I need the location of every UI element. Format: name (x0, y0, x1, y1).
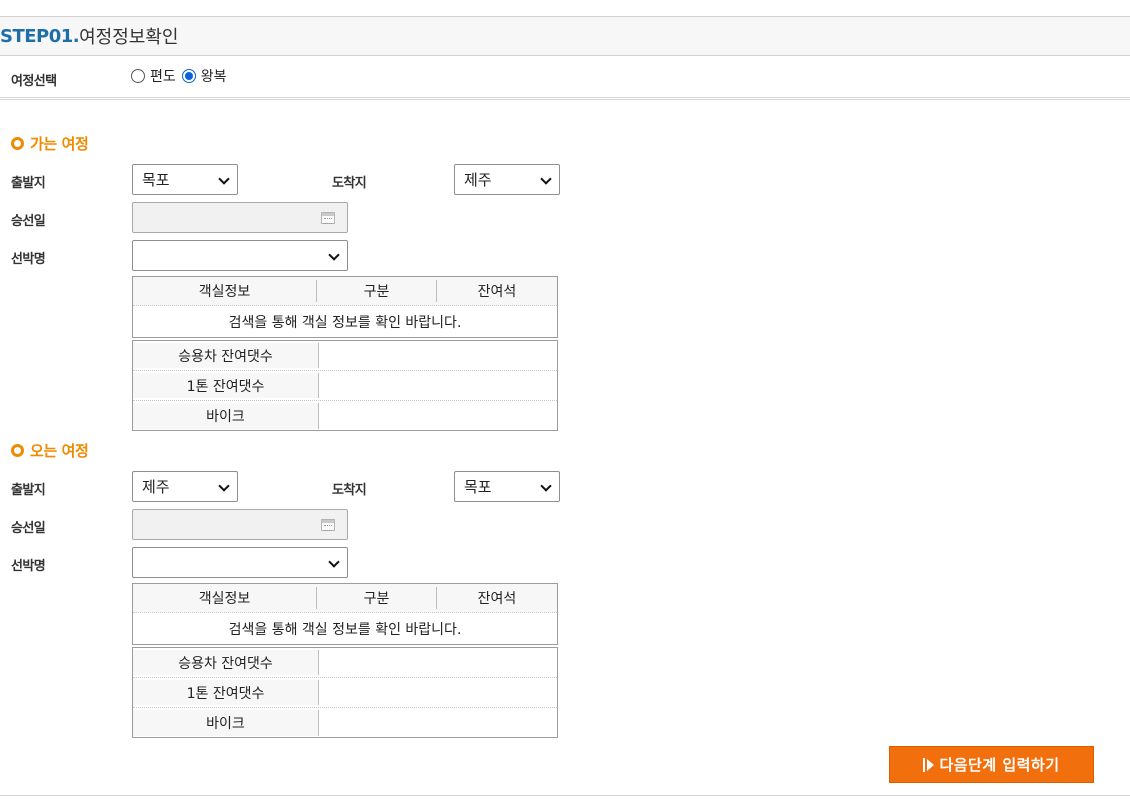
return-title-text: 오는 여정 (30, 442, 89, 460)
outbound-arrival-value: 제주 (464, 171, 492, 189)
table-row: 승용차 잔여댓수 (133, 341, 557, 371)
vehicle-label: 승용차 잔여댓수 (133, 650, 319, 675)
trip-type-label: 여정선택 (11, 74, 57, 89)
vehicle-value (319, 401, 557, 431)
chevron-down-icon (328, 556, 340, 568)
outbound-arrival-select[interactable]: 제주 (454, 164, 560, 195)
circle-bullet-icon (11, 444, 24, 457)
return-room-table: 객실정보 구분 잔여석 검색을 통해 객실 정보를 확인 바랍니다. (132, 583, 558, 645)
calendar-icon[interactable] (321, 519, 335, 531)
outbound-date-label: 승선일 (11, 214, 46, 229)
vehicle-value (319, 371, 557, 400)
room-type-header: 구분 (317, 280, 437, 302)
step-number: STEP01. (0, 25, 80, 47)
one-way-radio[interactable] (131, 69, 145, 83)
room-info-header: 객실정보 (133, 280, 317, 302)
room-type-header: 구분 (317, 587, 437, 609)
table-row: 1톤 잔여댓수 (133, 678, 557, 708)
chevron-down-icon (328, 249, 340, 261)
vehicle-value (319, 678, 557, 707)
vehicle-value (319, 341, 557, 370)
outbound-departure-label: 출발지 (11, 176, 46, 191)
room-table-message: 검색을 통해 객실 정보를 확인 바랍니다. (228, 314, 462, 331)
return-arrival-select[interactable]: 목포 (454, 471, 560, 502)
round-trip-radio[interactable] (181, 69, 196, 83)
outbound-departure-select[interactable]: 목포 (132, 164, 238, 195)
vehicle-label: 1톤 잔여댓수 (133, 373, 319, 398)
return-arrival-value: 목포 (464, 478, 492, 496)
return-departure-label: 출발지 (11, 483, 46, 498)
return-departure-select[interactable]: 제주 (132, 471, 238, 502)
outbound-departure-value: 목포 (142, 171, 170, 189)
room-remaining-header: 잔여석 (477, 591, 517, 607)
outbound-vehicle-table: 승용차 잔여댓수 1톤 잔여댓수 바이크 (132, 340, 558, 431)
return-ship-select[interactable] (132, 547, 348, 578)
table-row: 바이크 (133, 401, 557, 431)
play-icon (923, 757, 935, 772)
table-row: 승용차 잔여댓수 (133, 648, 557, 678)
return-vehicle-table: 승용차 잔여댓수 1톤 잔여댓수 바이크 (132, 647, 558, 738)
return-date-input[interactable] (132, 509, 348, 540)
room-table-message: 검색을 통해 객실 정보를 확인 바랍니다. (228, 621, 462, 638)
vehicle-label: 바이크 (133, 710, 319, 736)
return-ship-label: 선박명 (11, 559, 46, 574)
vehicle-value (319, 648, 557, 677)
room-remaining-header: 잔여석 (477, 284, 517, 300)
calendar-icon[interactable] (321, 212, 335, 224)
room-info-header: 객실정보 (133, 587, 317, 609)
bottom-divider (0, 795, 1130, 796)
table-row: 바이크 (133, 708, 557, 738)
step-header: STEP01. 여정정보확인 (0, 16, 1130, 56)
outbound-room-table: 객실정보 구분 잔여석 검색을 통해 객실 정보를 확인 바랍니다. (132, 276, 558, 338)
return-date-label: 승선일 (11, 521, 46, 536)
return-departure-value: 제주 (142, 478, 170, 496)
table-row: 1톤 잔여댓수 (133, 371, 557, 401)
room-table-header: 객실정보 구분 잔여석 (133, 277, 557, 306)
trip-type-radio-group: 편도 왕복 (131, 66, 233, 86)
step-title: 여정정보확인 (79, 27, 179, 48)
circle-bullet-icon (11, 137, 24, 150)
outbound-title-text: 가는 여정 (30, 135, 89, 153)
outbound-ship-label: 선박명 (11, 252, 46, 267)
one-way-label[interactable]: 편도 (150, 66, 176, 86)
next-step-button[interactable]: 다음단계 입력하기 (889, 746, 1094, 783)
round-trip-label[interactable]: 왕복 (201, 66, 227, 86)
vehicle-label: 1톤 잔여댓수 (133, 680, 319, 705)
chevron-down-icon (540, 173, 552, 185)
chevron-down-icon (218, 173, 230, 185)
outbound-section-title: 가는 여정 (11, 133, 89, 154)
return-arrival-label: 도착지 (332, 483, 367, 498)
room-table-header: 객실정보 구분 잔여석 (133, 584, 557, 613)
outbound-ship-select[interactable] (132, 240, 348, 271)
vehicle-label: 승용차 잔여댓수 (133, 343, 319, 368)
return-section-title: 오는 여정 (11, 440, 89, 461)
trip-type-row: 여정선택 편도 왕복 (0, 56, 1130, 100)
outbound-date-input[interactable] (132, 202, 348, 233)
outbound-arrival-label: 도착지 (332, 176, 367, 191)
chevron-down-icon (218, 480, 230, 492)
chevron-down-icon (540, 480, 552, 492)
vehicle-label: 바이크 (133, 403, 319, 429)
vehicle-value (319, 708, 557, 738)
next-step-label: 다음단계 입력하기 (939, 756, 1060, 774)
